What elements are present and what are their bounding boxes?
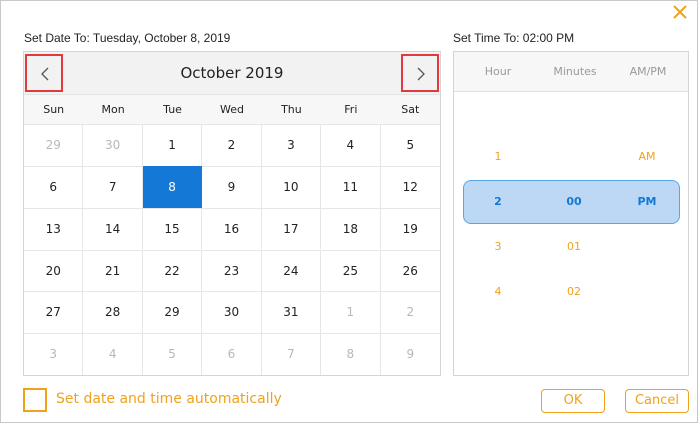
day-cell[interactable]: 9 <box>202 165 262 208</box>
day-grid: 29 30 1 2 3 4 5 6 7 8 9 10 11 12 13 14 15 16 17 18 19 20 21 22 2… <box>24 124 440 375</box>
day-cell[interactable]: 18 <box>321 207 381 250</box>
day-cell[interactable]: 24 <box>261 249 322 292</box>
ampm-option[interactable]: PM <box>627 195 667 208</box>
previous-month-button[interactable] <box>25 54 63 92</box>
ampm-column-header: AM/PM <box>629 65 667 78</box>
day-cell[interactable]: 6 <box>24 165 84 208</box>
chevron-right-icon <box>417 67 425 81</box>
chevron-left-icon <box>41 67 49 81</box>
day-cell[interactable]: 1 <box>142 124 203 166</box>
day-cell[interactable]: 21 <box>83 249 143 292</box>
weekday-label: Mon <box>101 103 125 116</box>
day-cell[interactable]: 5 <box>380 124 440 166</box>
minute-option[interactable]: 00 <box>554 195 594 208</box>
weekday-label: Sun <box>43 103 65 116</box>
weekday-label: Thu <box>281 103 302 116</box>
day-cell[interactable]: 3 <box>261 124 322 166</box>
weekday-label: Fri <box>344 103 358 116</box>
day-cell[interactable]: 23 <box>202 249 262 292</box>
time-picker-header: Hour Minutes AM/PM <box>454 52 688 92</box>
weekday-header-row: Sun Mon Tue Wed Thu Fri Sat <box>24 94 440 124</box>
date-summary-label: Set Date To: Tuesday, October 8, 2019 <box>24 31 231 45</box>
day-cell[interactable]: 16 <box>202 207 262 250</box>
day-cell[interactable]: 11 <box>321 165 381 208</box>
weekday-label: Wed <box>219 103 244 116</box>
hour-option[interactable]: 1 <box>478 150 518 163</box>
auto-datetime-label[interactable]: Set date and time automatically <box>56 391 282 407</box>
day-cell[interactable]: 7 <box>83 165 143 208</box>
next-month-button[interactable] <box>401 54 439 92</box>
day-cell[interactable]: 17 <box>261 207 322 250</box>
day-cell[interactable]: 29 <box>24 124 84 166</box>
calendar-header: October 2019 <box>24 52 440 94</box>
day-cell[interactable]: 6 <box>202 333 262 375</box>
calendar: October 2019 Sun Mon Tue Wed Thu Fri Sat 29 30 1… <box>23 51 441 376</box>
day-cell-selected[interactable]: 8 <box>142 165 203 208</box>
auto-datetime-checkbox[interactable] <box>23 388 47 412</box>
day-cell[interactable]: 12 <box>380 165 440 208</box>
day-cell[interactable]: 20 <box>24 249 84 292</box>
close-icon[interactable] <box>669 1 691 23</box>
day-cell[interactable]: 5 <box>142 333 203 375</box>
day-cell[interactable]: 4 <box>321 124 381 166</box>
ampm-option[interactable]: AM <box>627 150 667 163</box>
day-cell[interactable]: 22 <box>142 249 203 292</box>
day-cell[interactable]: 3 <box>24 333 84 375</box>
day-cell[interactable]: 7 <box>261 333 322 375</box>
day-cell[interactable]: 30 <box>83 124 143 166</box>
day-cell[interactable]: 31 <box>261 291 322 334</box>
hour-option[interactable]: 2 <box>478 195 518 208</box>
day-cell[interactable]: 26 <box>380 249 440 292</box>
time-summary-label: Set Time To: 02:00 PM <box>453 31 575 45</box>
cancel-button[interactable]: Cancel <box>625 389 689 413</box>
day-cell[interactable]: 15 <box>142 207 203 250</box>
day-cell[interactable]: 1 <box>321 291 381 334</box>
day-cell[interactable]: 30 <box>202 291 262 334</box>
minutes-column-header: Minutes <box>553 65 597 78</box>
day-cell[interactable]: 4 <box>83 333 143 375</box>
minute-option[interactable]: 02 <box>554 285 594 298</box>
day-cell[interactable]: 2 <box>380 291 440 333</box>
time-picker: Hour Minutes AM/PM 1 2 3 4 00 01 02 AM PM <box>453 51 689 376</box>
day-cell[interactable]: 19 <box>380 207 440 250</box>
ok-button[interactable]: OK <box>541 389 605 413</box>
month-title: October 2019 <box>180 64 284 82</box>
hour-option[interactable]: 4 <box>478 285 518 298</box>
day-cell[interactable]: 10 <box>261 165 322 208</box>
day-cell[interactable]: 29 <box>142 291 203 334</box>
day-cell[interactable]: 25 <box>321 249 381 292</box>
day-cell[interactable]: 28 <box>83 291 143 334</box>
day-cell[interactable]: 13 <box>24 207 84 250</box>
day-cell[interactable]: 2 <box>202 124 262 166</box>
day-cell[interactable]: 9 <box>380 333 440 375</box>
hour-column-header: Hour <box>484 65 512 78</box>
day-cell[interactable]: 8 <box>321 333 381 375</box>
minute-option[interactable]: 01 <box>554 240 594 253</box>
weekday-label: Sat <box>401 103 420 116</box>
day-cell[interactable]: 14 <box>83 207 143 250</box>
weekday-label: Tue <box>163 103 182 116</box>
date-time-dialog: Set Date To: Tuesday, October 8, 2019 Se… <box>0 0 698 423</box>
day-cell[interactable]: 27 <box>24 291 84 334</box>
hour-option[interactable]: 3 <box>478 240 518 253</box>
